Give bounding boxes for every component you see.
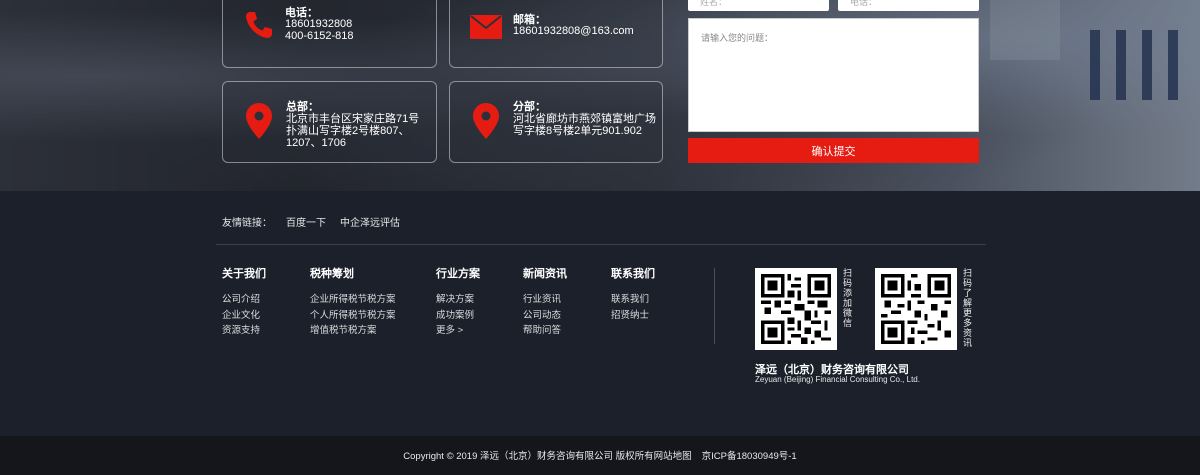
- phone-icon: [243, 9, 275, 46]
- wechat-qr-caption: 扫码添加微信: [843, 268, 853, 328]
- name-placeholder: 姓名：: [700, 0, 728, 7]
- footer-col-tax: 税种筹划 企业所得税节税方案 个人所得税节税方案 增值税节税方案: [310, 265, 396, 339]
- email-address[interactable]: 18601932808@163.com: [513, 25, 634, 37]
- envelope-icon: [470, 15, 502, 44]
- footer-col-contact: 联系我们 联系我们 招贤纳士: [611, 265, 655, 323]
- info-qr-caption: 扫码了解更多资讯: [963, 268, 973, 348]
- footer-col-heading[interactable]: 联系我们: [611, 265, 655, 281]
- footer-col-heading[interactable]: 新闻资讯: [523, 265, 567, 281]
- footer-link[interactable]: 解决方案: [436, 292, 480, 308]
- footer-col-heading[interactable]: 税种筹划: [310, 265, 396, 281]
- footer-col-industry: 行业方案 解决方案 成功案例 更多 >: [436, 265, 480, 339]
- info-qr-code: [875, 268, 957, 350]
- hq-card: 总部： 北京市丰台区宋家庄路71号 扑满山写字楼2号楼807、 1207、170…: [222, 81, 437, 163]
- contact-section: 电话： 18601932808 400-6152-818 邮箱： 1860193…: [0, 0, 1200, 191]
- branch-label: 分部：: [513, 101, 546, 113]
- location-pin-icon: [246, 103, 272, 144]
- branch-card: 分部： 河北省廊坊市燕郊镇富地广场 写字楼8号楼2单元901.902: [449, 81, 663, 163]
- phone-card: 电话： 18601932808 400-6152-818: [222, 0, 437, 68]
- footer-link[interactable]: 联系我们: [611, 292, 655, 308]
- footer-link[interactable]: 公司介绍: [222, 292, 266, 308]
- icp-link[interactable]: 京ICP备18030949号-1: [702, 451, 797, 462]
- friend-link[interactable]: 中企泽远评估: [340, 214, 400, 229]
- footer-link[interactable]: 公司动态: [523, 308, 567, 324]
- friend-links: 友情链接： 百度一下 中企泽远评估: [222, 214, 400, 229]
- email-card: 邮箱： 18601932808@163.com: [449, 0, 663, 68]
- footer-col-about: 关于我们 公司介绍 企业文化 资源支持: [222, 265, 266, 339]
- footer-link[interactable]: 更多 >: [436, 323, 480, 339]
- footer-link[interactable]: 企业文化: [222, 308, 266, 324]
- copyright: Copyright © 2019 泽远（北京）财务咨询有限公司 版权所有网站地图…: [0, 448, 1200, 462]
- footer-col-heading[interactable]: 行业方案: [436, 265, 480, 281]
- name-input[interactable]: 姓名：: [688, 0, 829, 11]
- phone-input[interactable]: 电话：: [838, 0, 979, 11]
- footer-link[interactable]: 成功案例: [436, 308, 480, 324]
- copyright-text: Copyright © 2019 泽远（北京）财务咨询有限公司 版权所有: [403, 451, 654, 462]
- question-textarea[interactable]: 请输入您的问题：: [688, 18, 979, 132]
- footer-link[interactable]: 帮助问答: [523, 323, 567, 339]
- footer-link[interactable]: 个人所得税节税方案: [310, 308, 396, 324]
- company-name-en: Zeyuan (Beijing) Financial Consulting Co…: [755, 375, 920, 384]
- footer-link[interactable]: 行业资讯: [523, 292, 567, 308]
- sitemap-link[interactable]: 网站地图: [654, 451, 692, 462]
- footer-col-heading[interactable]: 关于我们: [222, 265, 266, 281]
- phone-placeholder: 电话：: [850, 0, 878, 7]
- hq-address: 北京市丰台区宋家庄路71号 扑满山写字楼2号楼807、 1207、1706: [286, 113, 420, 149]
- branch-address: 河北省廊坊市燕郊镇富地广场 写字楼8号楼2单元901.902: [513, 113, 656, 137]
- phone-numbers: 18601932808 400-6152-818: [285, 18, 354, 42]
- submit-button[interactable]: 确认提交: [688, 138, 979, 163]
- wechat-qr-code: [755, 268, 837, 350]
- footer-link[interactable]: 企业所得税节税方案: [310, 292, 396, 308]
- footer-link[interactable]: 增值税节税方案: [310, 323, 396, 339]
- footer-divider: [216, 244, 986, 245]
- footer-link[interactable]: 招贤纳士: [611, 308, 655, 324]
- footer-link[interactable]: 资源支持: [222, 323, 266, 339]
- question-placeholder: 请输入您的问题：: [701, 33, 774, 43]
- footer-vertical-divider: [714, 268, 715, 344]
- friend-links-title: 友情链接：: [222, 218, 272, 229]
- location-pin-icon: [473, 103, 499, 144]
- hq-label: 总部：: [286, 101, 319, 113]
- footer-col-news: 新闻资讯 行业资讯 公司动态 帮助问答: [523, 265, 567, 339]
- friend-link[interactable]: 百度一下: [286, 214, 326, 229]
